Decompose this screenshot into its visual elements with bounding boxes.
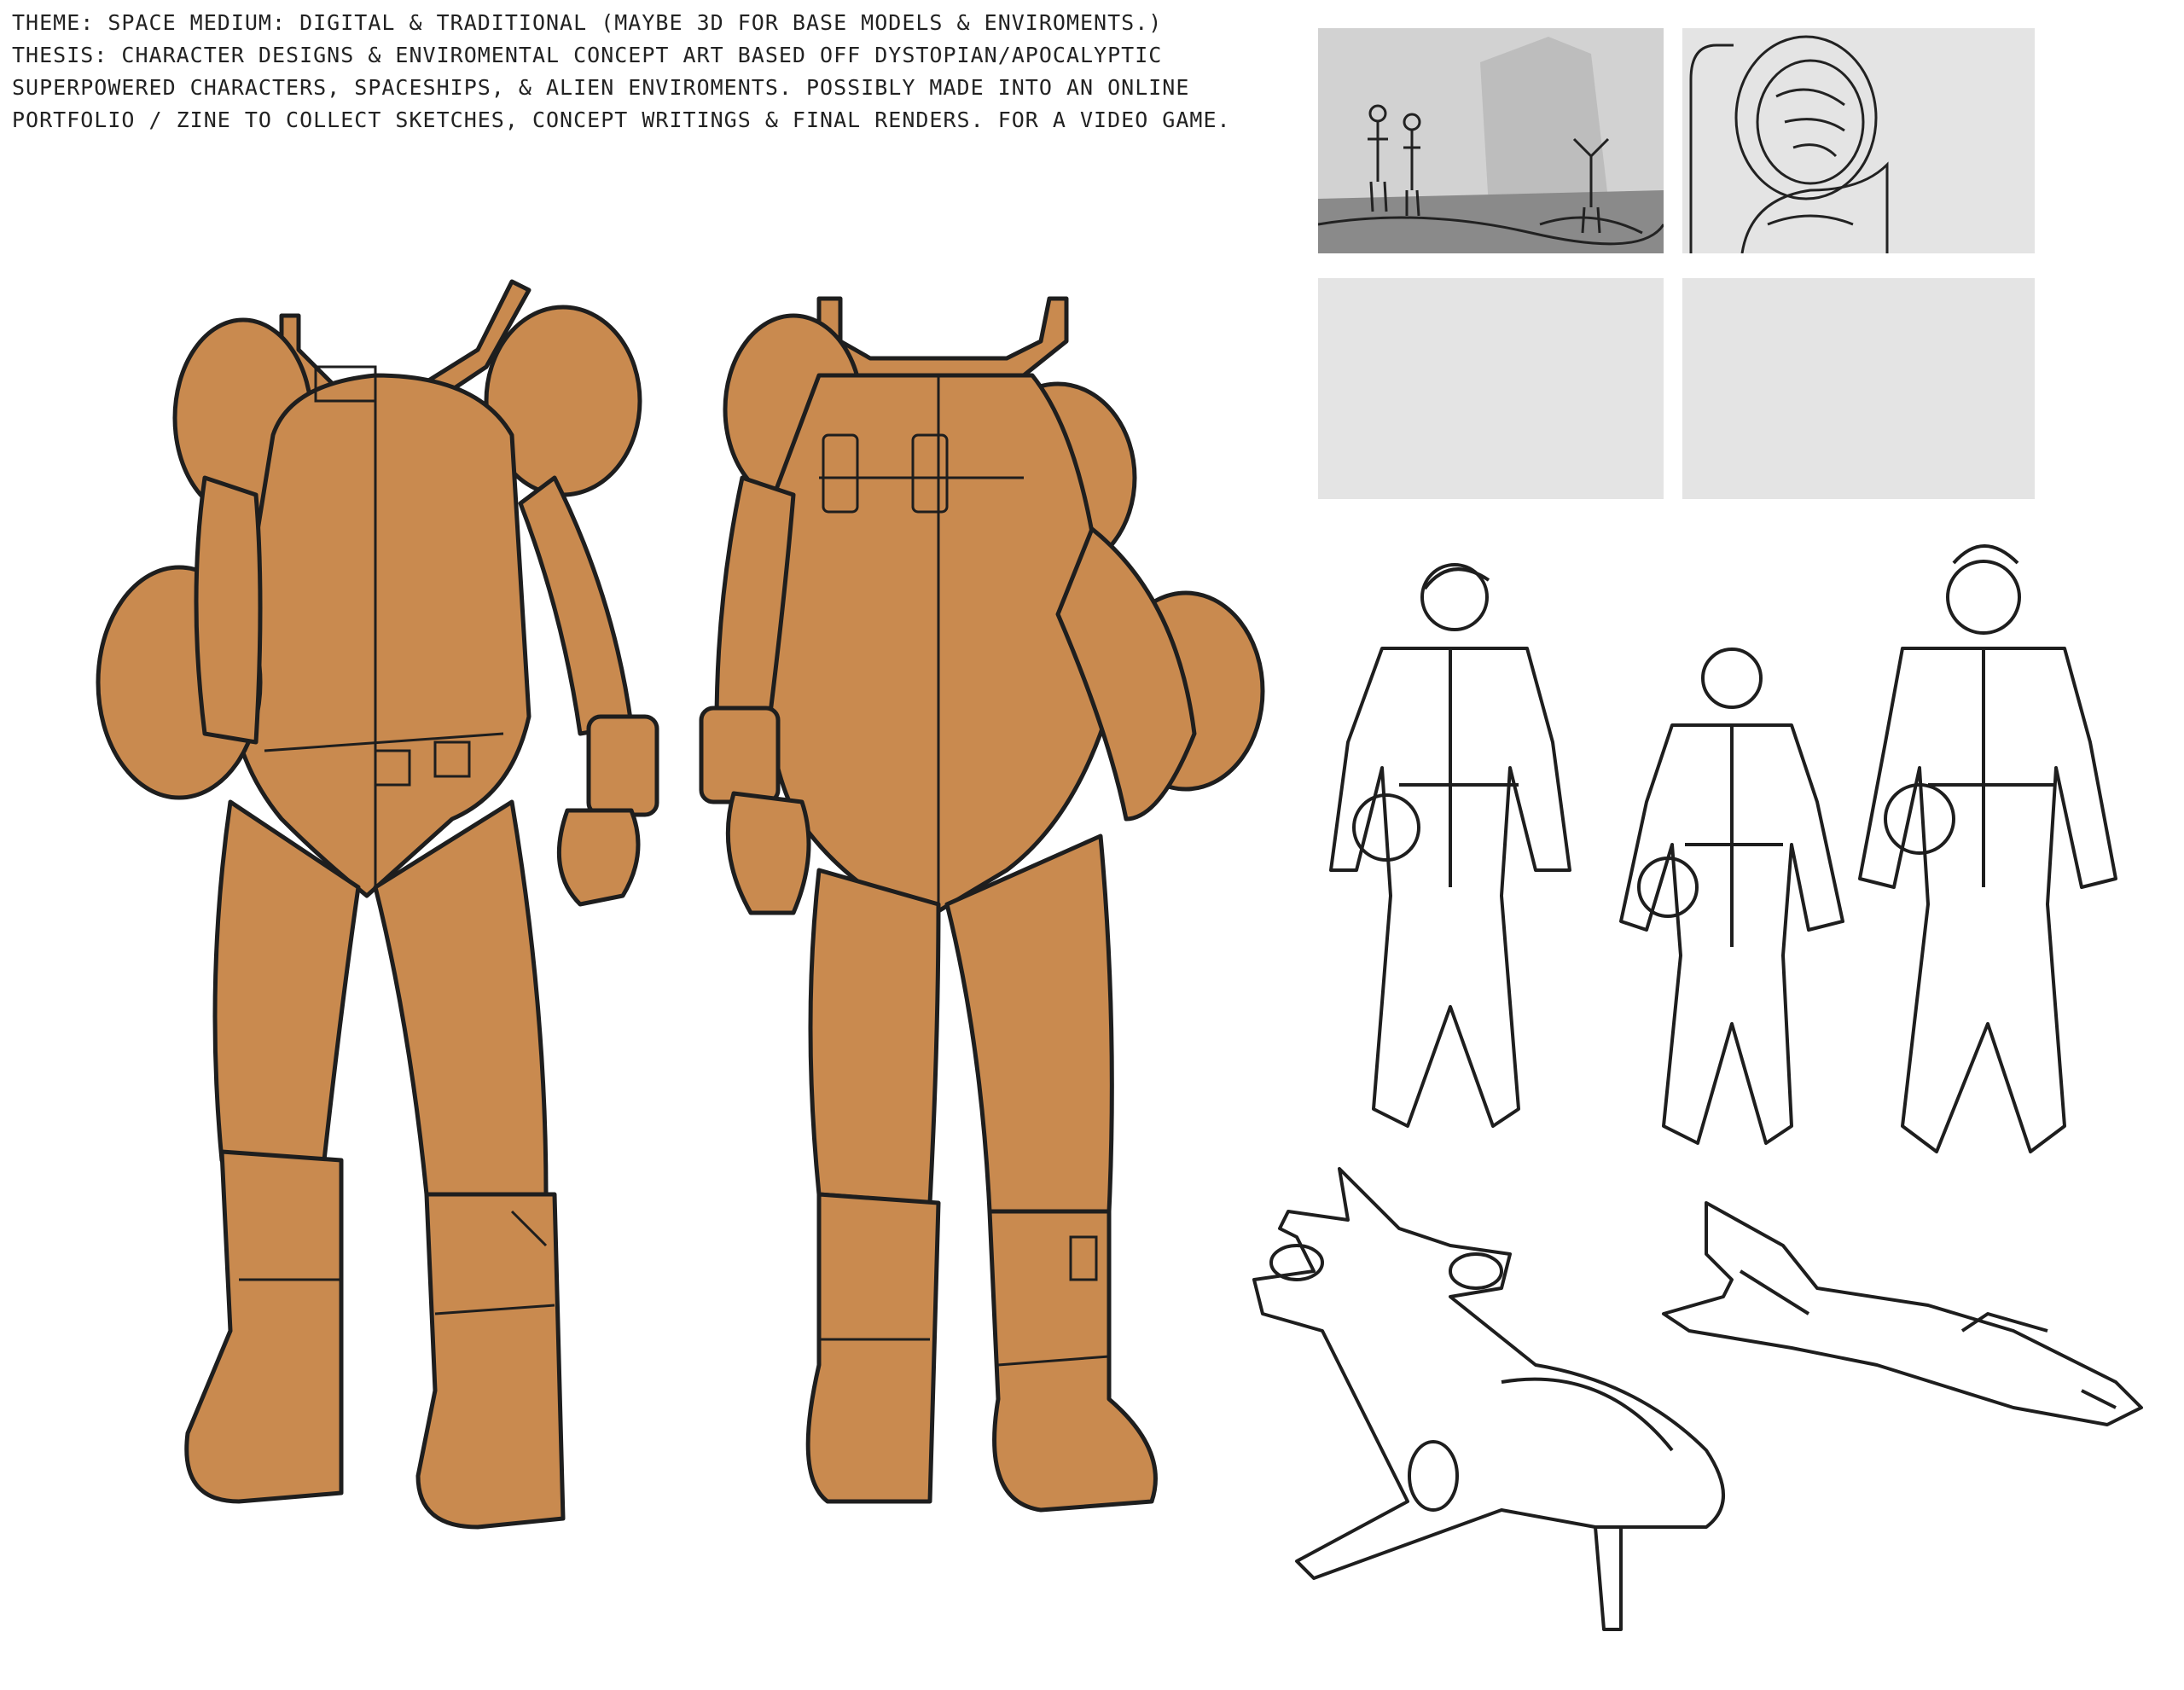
spacesuit-back-icon xyxy=(699,296,1265,1513)
astronaut-crew-icon xyxy=(1329,544,2117,1153)
spaceship-icon xyxy=(1252,1167,2143,1631)
concept-sheet-drawings xyxy=(96,279,2143,1631)
spacesuit-front-icon xyxy=(96,279,659,1530)
